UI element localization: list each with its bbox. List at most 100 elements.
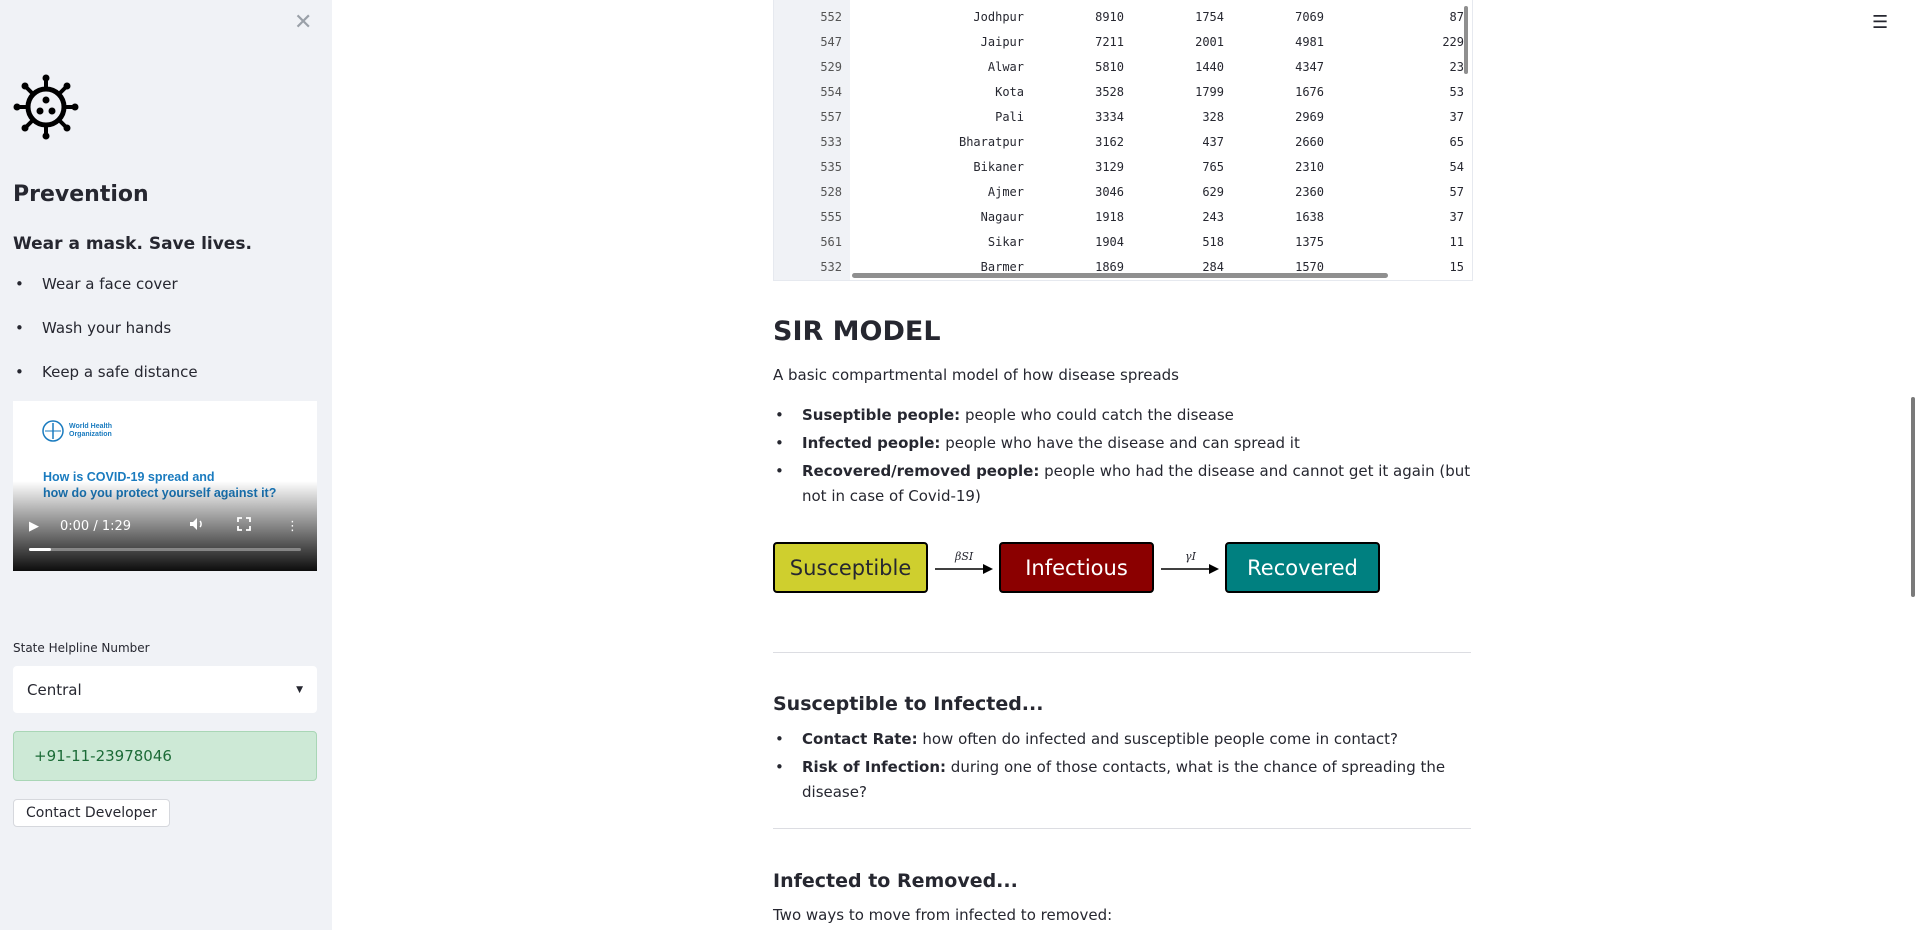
table-cell-a: 1904 <box>1095 235 1124 249</box>
table-cell-district: Kota <box>995 85 1024 99</box>
bullet-label: Infected people: <box>802 434 941 452</box>
sidebar-subtitle: Wear a mask. Save lives. <box>13 234 252 254</box>
table-cell-d: 57 <box>1449 185 1464 199</box>
table-row: 535 Bikaner 3129 765 2310 54 <box>774 155 1472 180</box>
prevention-list: Wear a face cover Wash your hands Keep a… <box>13 272 198 404</box>
helpline-label: State Helpline Number <box>13 641 150 655</box>
recovered-box: Recovered <box>1225 542 1380 593</box>
table-cell-c: 1375 <box>1295 235 1324 249</box>
table-cell-c: 7069 <box>1295 10 1324 24</box>
table-cell-district: Nagaur <box>980 210 1024 224</box>
table-cell-b: 437 <box>1202 135 1224 149</box>
table-cell-d: 23 <box>1449 60 1464 74</box>
table-cell-index: 557 <box>820 110 842 124</box>
divider <box>773 652 1471 653</box>
table-cell-c: 2310 <box>1295 160 1324 174</box>
bullet-text: people who have the disease and can spre… <box>940 434 1300 452</box>
table-row: 557 Pali 3334 328 2969 37 <box>774 105 1472 130</box>
list-item: Suseptible people: people who could catc… <box>773 403 1473 428</box>
table-row: 528 Ajmer 3046 629 2360 57 <box>774 180 1472 205</box>
close-icon[interactable]: ✕ <box>294 10 312 35</box>
table-cell-district: Jodhpur <box>973 10 1024 24</box>
bullet-label: Suseptible people: <box>802 406 961 424</box>
arrow-icon <box>935 564 993 574</box>
s-to-i-heading: Susceptible to Infected... <box>773 693 1044 715</box>
list-item: Keep a safe distance <box>13 360 198 404</box>
table-cell-c: 1676 <box>1295 85 1324 99</box>
hamburger-menu-icon[interactable]: ☰ <box>1872 12 1888 33</box>
fullscreen-icon[interactable] <box>237 517 251 535</box>
table-vertical-scrollbar[interactable] <box>1464 6 1468 74</box>
table-cell-c: 4981 <box>1295 35 1324 49</box>
list-item: Wash your hands <box>13 316 198 360</box>
table-cell-index: 528 <box>820 185 842 199</box>
bullet-label: Contact Rate: <box>802 730 918 748</box>
bullet-text: how often do infected and susceptible pe… <box>917 730 1398 748</box>
sir-intro: A basic compartmental model of how disea… <box>773 366 1179 384</box>
list-item: Wear a face cover <box>13 272 198 316</box>
table-cell-a: 3334 <box>1095 110 1124 124</box>
table-cell-district: Bharatpur <box>958 135 1024 149</box>
list-item: Recovered/removed people: people who had… <box>773 459 1473 509</box>
table-cell-b: 765 <box>1202 160 1224 174</box>
list-item: Risk of Infection: during one of those c… <box>773 755 1473 805</box>
state-select-value: Central <box>27 680 82 699</box>
table-cell-d: 229 <box>1442 35 1464 49</box>
table-cell-a: 5810 <box>1095 60 1124 74</box>
video-time: 0:00 / 1:29 <box>60 518 132 534</box>
arrow-icon <box>1161 564 1219 574</box>
list-item: Infected people: people who have the dis… <box>773 431 1473 456</box>
table-cell-a: 3129 <box>1095 160 1124 174</box>
table-cell-district: Bikaner <box>973 160 1024 174</box>
table-cell-a: 3162 <box>1095 135 1124 149</box>
table-cell-index: 535 <box>820 160 842 174</box>
bullet-label: Risk of Infection: <box>802 758 947 776</box>
table-cell-index: 561 <box>820 235 842 249</box>
table-cell-d: 37 <box>1449 110 1464 124</box>
more-options-icon[interactable]: ⋮ <box>286 519 299 534</box>
video-player[interactable]: World Health Organization How is COVID-1… <box>13 401 317 571</box>
table-cell-c: 2360 <box>1295 185 1324 199</box>
state-select[interactable]: Central ▼ <box>13 666 317 713</box>
table-cell-district: Jaipur <box>980 35 1024 49</box>
helpline-number-box: +91-11-23978046 <box>13 731 317 781</box>
table-cell-district: Alwar <box>987 60 1024 74</box>
page-scrollbar[interactable] <box>1911 397 1915 597</box>
divider <box>773 828 1471 829</box>
table-cell-d: 11 <box>1449 235 1464 249</box>
table-cell-a: 1918 <box>1095 210 1124 224</box>
table-cell-c: 2969 <box>1295 110 1324 124</box>
video-controls: ▶ 0:00 / 1:29 ⋮ <box>13 514 317 538</box>
table-row: 561 Sikar 1904 518 1375 11 <box>774 230 1472 255</box>
contact-developer-button[interactable]: Contact Developer <box>13 799 170 827</box>
i-to-r-heading: Infected to Removed... <box>773 870 1018 892</box>
who-name-line1: World Health <box>69 423 113 430</box>
table-horizontal-scrollbar[interactable] <box>852 273 1388 278</box>
table-row: 554 Kota 3528 1799 1676 53 <box>774 80 1472 105</box>
list-item: Contact Rate: how often do infected and … <box>773 727 1473 752</box>
bullet-text: people who could catch the disease <box>960 406 1234 424</box>
video-progress[interactable] <box>29 548 301 551</box>
table-cell-b: 629 <box>1202 185 1224 199</box>
table-cell-d: 65 <box>1449 135 1464 149</box>
who-emblem-icon <box>42 420 64 442</box>
video-progress-fill <box>29 548 51 551</box>
table-cell-index: 554 <box>820 85 842 99</box>
sidebar-title: Prevention <box>13 182 149 207</box>
sir-diagram: Susceptible βSI Infectious γI Recovered <box>773 540 1393 600</box>
table-row: 529 Alwar 5810 1440 4347 23 <box>774 55 1472 80</box>
table-row: 547 Jaipur 7211 2001 4981 229 <box>774 30 1472 55</box>
table-cell-a: 3046 <box>1095 185 1124 199</box>
chevron-down-icon: ▼ <box>296 684 303 695</box>
table-cell-b: 1799 <box>1195 85 1224 99</box>
volume-icon[interactable] <box>189 517 205 535</box>
table-cell-b: 243 <box>1202 210 1224 224</box>
i-to-r-intro: Two ways to move from infected to remove… <box>773 906 1113 924</box>
table-cell-district: Pali <box>995 110 1024 124</box>
table-cell-c: 1638 <box>1295 210 1324 224</box>
table-cell-d: 37 <box>1449 210 1464 224</box>
table-cell-b: 328 <box>1202 110 1224 124</box>
table-cell-c: 2660 <box>1295 135 1324 149</box>
sir-heading: SIR MODEL <box>773 316 941 347</box>
play-icon[interactable]: ▶ <box>29 519 39 534</box>
